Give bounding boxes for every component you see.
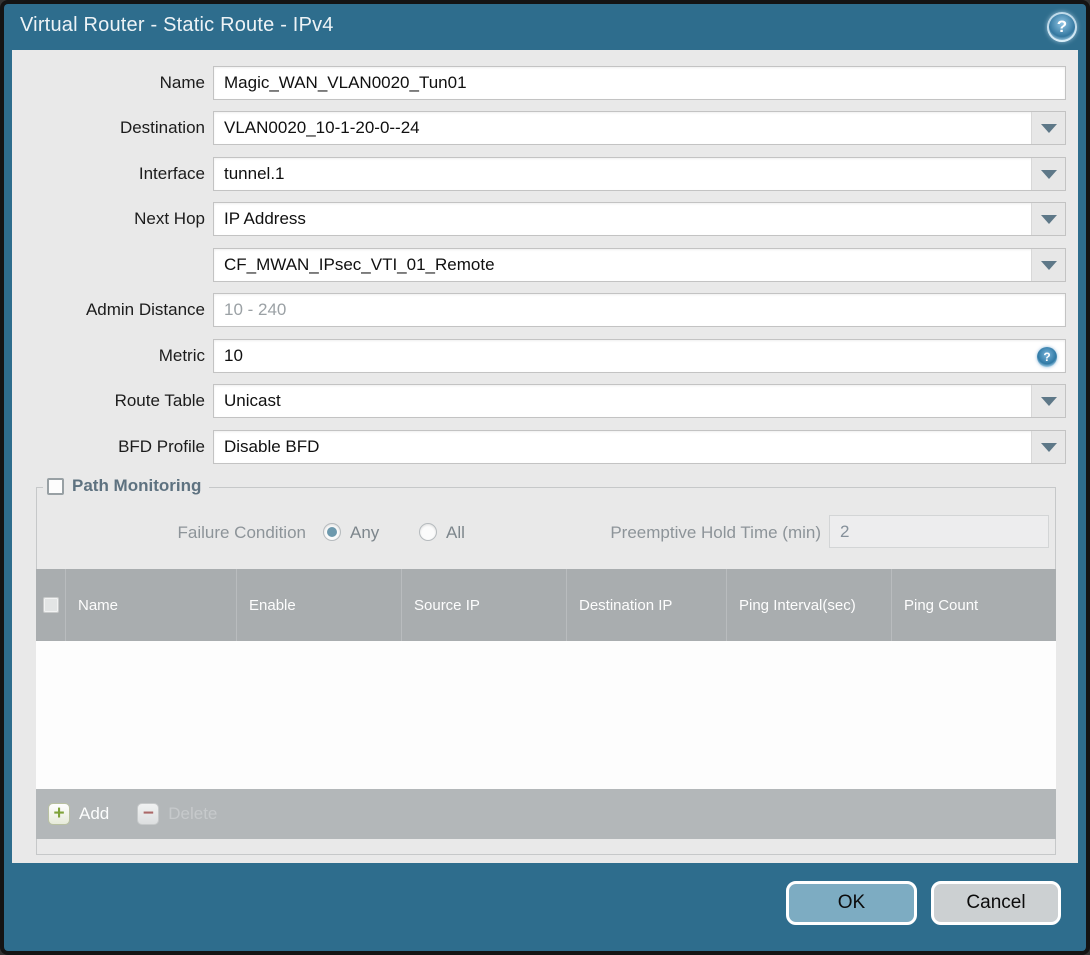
name-field <box>213 66 1066 100</box>
failure-condition-all-radio <box>419 523 437 541</box>
add-button[interactable]: + Add <box>48 803 109 825</box>
failure-condition-all-label: All <box>446 523 465 542</box>
bfd-profile-label: BFD Profile <box>118 437 205 456</box>
metric-label: Metric <box>158 346 205 365</box>
column-header-name: Name <box>66 569 237 641</box>
add-button-label: Add <box>79 804 110 823</box>
preemptive-hold-time-label: Preemptive Hold Time (min) <box>610 523 821 542</box>
admin-distance-row: Admin Distance <box>12 293 1078 327</box>
dialog-titlebar: Virtual Router - Static Route - IPv4 ? <box>4 4 1086 50</box>
chevron-down-icon <box>1040 396 1057 406</box>
minus-icon: − <box>137 803 160 825</box>
name-row: Name <box>12 66 1078 100</box>
chevron-down-icon <box>1040 442 1057 452</box>
destination-label: Destination <box>119 118 205 137</box>
column-header-ping-interval: Ping Interval(sec) <box>727 569 892 641</box>
preemptive-hold-time-input <box>829 515 1049 548</box>
name-input[interactable] <box>214 67 1065 99</box>
metric-row: Metric ? <box>12 339 1078 373</box>
table-header-checkbox-cell <box>36 569 66 641</box>
help-icon[interactable]: ? <box>1047 12 1077 42</box>
path-monitoring-title: Path Monitoring <box>72 476 202 495</box>
dialog-title: Virtual Router - Static Route - IPv4 <box>20 14 334 36</box>
screenshot-root: Virtual Router - Static Route - IPv4 ? N… <box>0 0 1090 955</box>
table-toolbar: + Add − Delete <box>36 789 1056 839</box>
select-all-checkbox <box>42 597 59 613</box>
route-table-row: Route Table <box>12 384 1078 418</box>
chevron-down-icon <box>1040 214 1057 224</box>
interface-input[interactable] <box>214 158 1031 190</box>
column-header-destination-ip: Destination IP <box>567 569 727 641</box>
path-monitoring-fieldset: Path Monitoring Failure Condition Any Al… <box>36 476 1056 855</box>
name-label: Name <box>159 73 205 92</box>
admin-distance-input[interactable] <box>214 294 1065 326</box>
metric-input[interactable] <box>214 340 1065 372</box>
column-header-ping-count: Ping Count <box>904 596 979 614</box>
bfd-profile-field <box>213 430 1066 464</box>
interface-field <box>213 157 1066 191</box>
path-monitoring-table: Name Enable Source IP Destination IP Pin… <box>36 569 1056 839</box>
column-header-source-ip: Source IP <box>402 569 567 641</box>
next-hop-type-input[interactable] <box>214 203 1031 235</box>
cancel-button[interactable]: Cancel <box>931 881 1061 925</box>
table-body-empty <box>36 641 1056 789</box>
admin-distance-field <box>213 293 1066 327</box>
next-hop-dropdown-button[interactable] <box>1031 203 1065 235</box>
path-monitoring-checkbox[interactable] <box>47 477 64 495</box>
destination-row: Destination <box>12 111 1078 145</box>
admin-distance-label: Admin Distance <box>85 300 205 319</box>
failure-condition-any-label: Any <box>350 523 380 542</box>
next-hop-address-input[interactable] <box>214 249 1031 281</box>
route-table-input[interactable] <box>214 385 1031 417</box>
interface-row: Interface <box>12 157 1078 191</box>
route-table-dropdown-button[interactable] <box>1031 385 1065 417</box>
path-monitoring-legend: Path Monitoring <box>43 476 210 496</box>
interface-label: Interface <box>138 164 205 183</box>
chevron-down-icon <box>1040 169 1057 179</box>
destination-dropdown-button[interactable] <box>1031 112 1065 144</box>
bfd-profile-input[interactable] <box>214 431 1031 463</box>
column-header-enable: Enable <box>237 569 402 641</box>
next-hop-address-dropdown-button[interactable] <box>1031 249 1065 281</box>
bfd-profile-row: BFD Profile <box>12 430 1078 464</box>
destination-input[interactable] <box>214 112 1031 144</box>
delete-button-label: Delete <box>168 804 218 823</box>
bfd-profile-dropdown-button[interactable] <box>1031 431 1065 463</box>
next-hop-address-row <box>12 248 1078 282</box>
plus-icon: + <box>48 803 70 825</box>
metric-help-icon[interactable]: ? <box>1037 347 1057 367</box>
dialog-body: Name Destination Interface <box>12 50 1078 863</box>
failure-condition-label: Failure Condition <box>177 523 306 542</box>
next-hop-address-field <box>213 248 1066 282</box>
interface-dropdown-button[interactable] <box>1031 158 1065 190</box>
destination-field <box>213 111 1066 145</box>
static-route-dialog: Virtual Router - Static Route - IPv4 ? N… <box>4 4 1086 951</box>
table-header-row: Name Enable Source IP Destination IP Pin… <box>36 569 1056 641</box>
next-hop-row: Next Hop <box>12 202 1078 236</box>
route-table-label: Route Table <box>114 391 205 410</box>
chevron-down-icon <box>1040 123 1057 133</box>
chevron-down-icon <box>1040 260 1057 270</box>
delete-button: − Delete <box>137 803 217 825</box>
failure-condition-any-radio <box>323 523 341 541</box>
route-table-field <box>213 384 1066 418</box>
next-hop-field <box>213 202 1066 236</box>
next-hop-label: Next Hop <box>134 209 205 228</box>
ok-button[interactable]: OK <box>786 881 917 925</box>
metric-field: ? <box>213 339 1066 373</box>
